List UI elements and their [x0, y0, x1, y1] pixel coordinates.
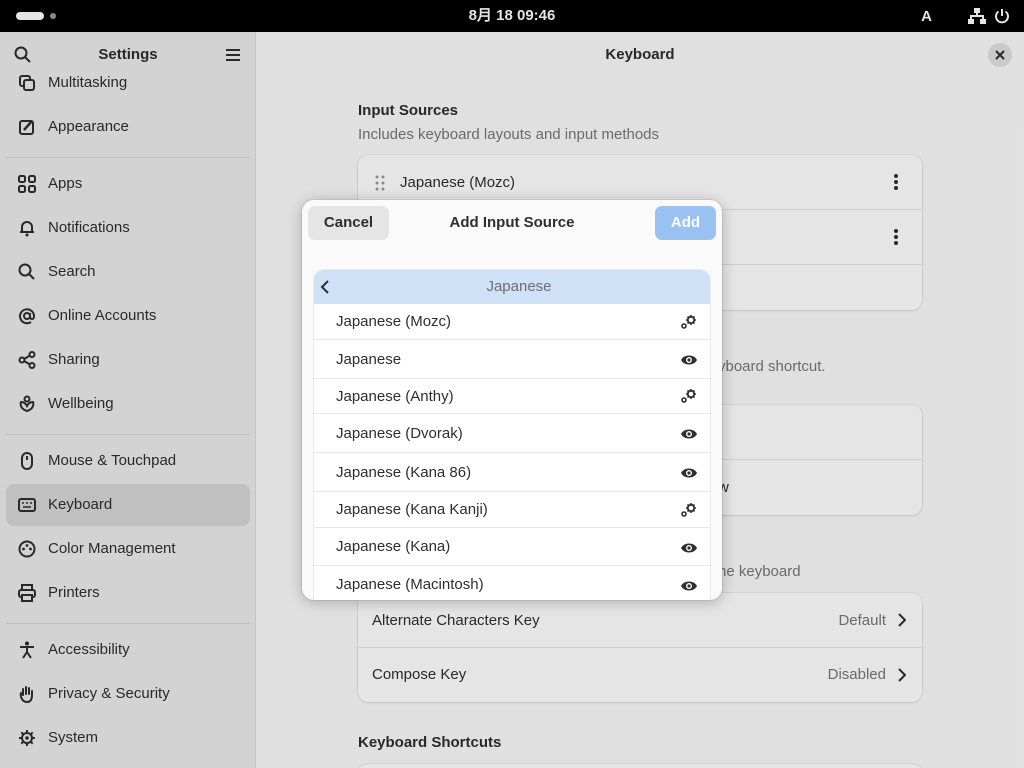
- language-header-title: Japanese: [486, 278, 552, 295]
- input-source-label: Japanese (Anthy): [336, 388, 454, 405]
- eye-icon[interactable]: [680, 353, 698, 370]
- input-source-list: Japanese Japanese (Mozc) Japanese Japane…: [314, 270, 710, 600]
- list-item[interactable]: Japanese (Kana Kanji): [314, 492, 710, 528]
- input-source-label: Japanese (Macintosh): [336, 576, 484, 593]
- add-input-source-dialog: Cancel Add Input Source Add Japanese Jap…: [302, 200, 722, 600]
- list-item[interactable]: Japanese (Mozc): [314, 304, 710, 340]
- eye-icon[interactable]: [680, 579, 698, 596]
- input-source-label: Japanese (Kana 86): [336, 464, 472, 481]
- input-source-label: Japanese (Kana Kanji): [336, 501, 488, 518]
- add-button[interactable]: Add: [655, 206, 716, 240]
- list-item[interactable]: Japanese (Dvorak): [314, 414, 710, 453]
- settings-icon: [680, 314, 698, 334]
- input-source-label: Japanese (Dvorak): [336, 425, 463, 442]
- input-source-label: Japanese: [336, 351, 402, 368]
- list-item[interactable]: Japanese (Kana): [314, 528, 710, 566]
- list-item[interactable]: Japanese: [314, 340, 710, 379]
- eye-icon[interactable]: [680, 466, 698, 483]
- language-header[interactable]: Japanese: [314, 270, 710, 304]
- list-item[interactable]: Japanese (Macintosh): [314, 566, 710, 600]
- list-item[interactable]: Japanese (Kana 86): [314, 453, 710, 492]
- eye-icon[interactable]: [680, 427, 698, 444]
- settings-icon: [680, 502, 698, 522]
- eye-icon[interactable]: [680, 541, 698, 558]
- input-source-label: Japanese (Mozc): [336, 313, 452, 330]
- list-item[interactable]: Japanese (Anthy): [314, 379, 710, 414]
- input-source-label: Japanese (Kana): [336, 538, 451, 555]
- settings-icon: [680, 388, 698, 408]
